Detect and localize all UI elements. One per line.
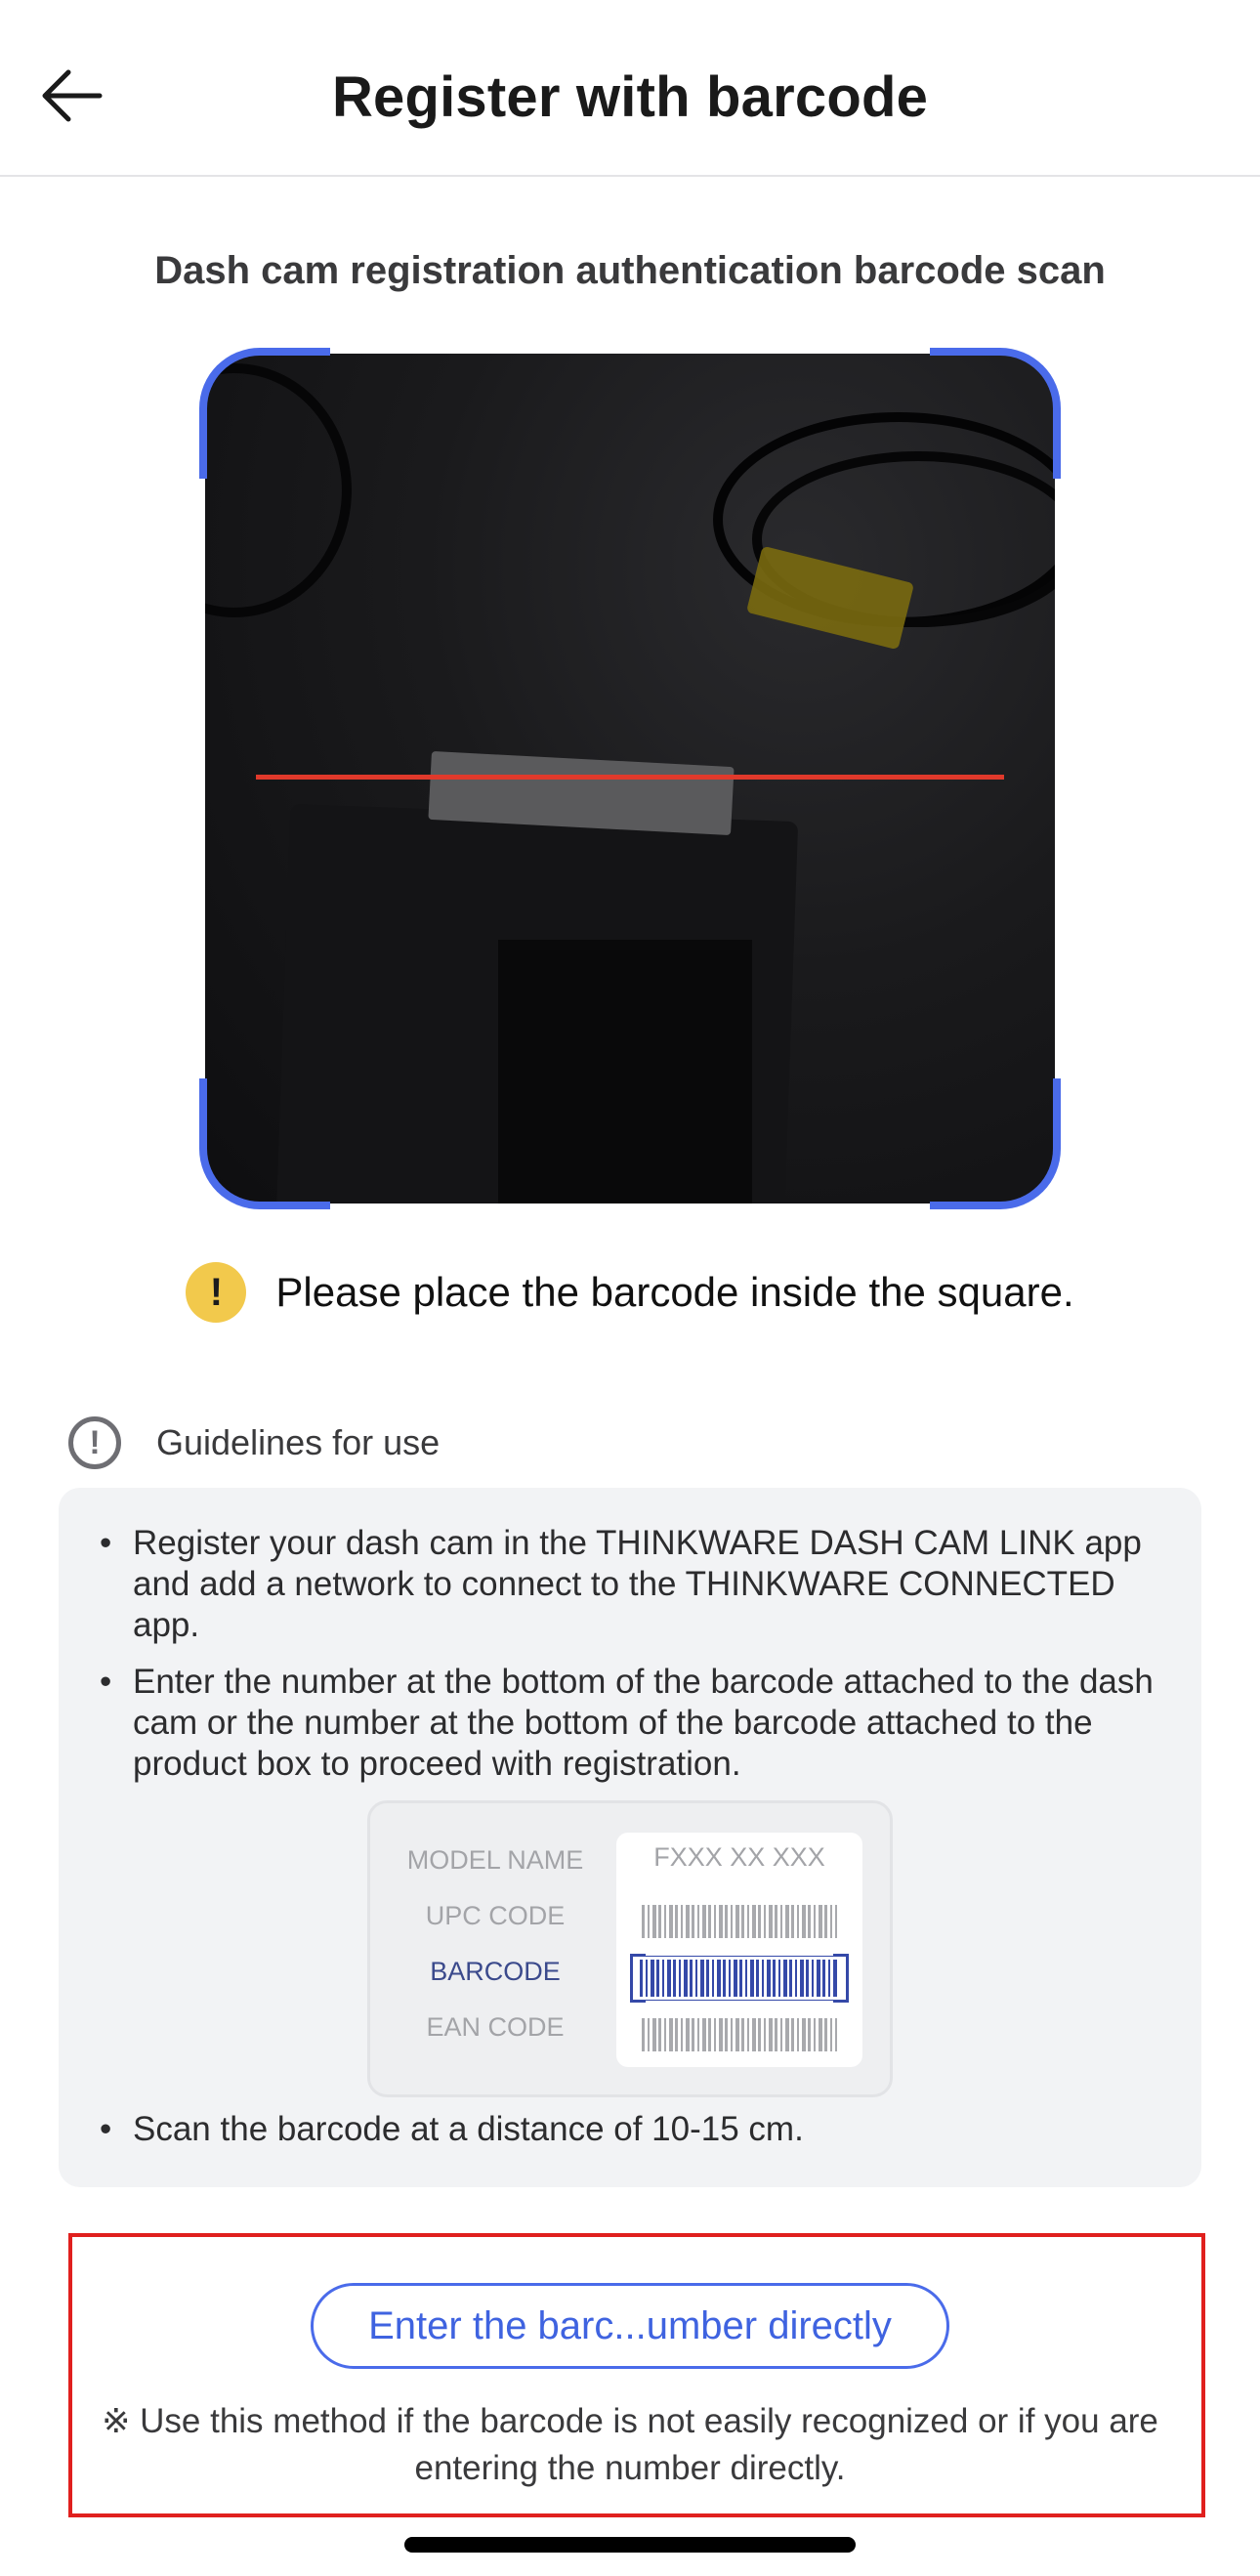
guidelines-header: ! Guidelines for use — [68, 1416, 440, 1469]
guidelines-panel: Register your dash cam in the THINKWARE … — [59, 1488, 1201, 2187]
guideline-item: Scan the barcode at a distance of 10-15 … — [100, 2109, 1164, 2150]
sample-label-barcode: BARCODE — [430, 1957, 561, 1986]
enter-number-directly-button[interactable]: Enter the barc...umber directly — [311, 2283, 949, 2369]
guideline-item: Enter the number at the bottom of the ba… — [100, 1662, 1164, 1785]
page-title: Register with barcode — [331, 65, 929, 129]
barcode-sample-illustration: MODEL NAME UPC CODE BARCODE EAN CODE FXX… — [367, 1800, 893, 2097]
scan-hint-text: Please place the barcode inside the squa… — [275, 1269, 1074, 1315]
guideline-item: Register your dash cam in the THINKWARE … — [100, 1523, 1164, 1646]
app-header: Register with barcode — [0, 0, 1260, 177]
sample-model-value: FXXX XX XXX — [653, 1842, 825, 1872]
ean-barcode-icon — [642, 2018, 837, 2051]
sample-barcodes: FXXX XX XXX — [616, 1833, 862, 2067]
barcode-icon — [640, 1960, 839, 1997]
sample-label-ean: EAN CODE — [426, 2012, 565, 2042]
guidelines-title: Guidelines for use — [156, 1422, 441, 1462]
warning-icon: ! — [186, 1262, 247, 1323]
scan-line — [256, 775, 1004, 780]
home-indicator — [404, 2537, 856, 2553]
scan-subtitle: Dash cam registration authentication bar… — [154, 249, 1106, 292]
sample-label-model: MODEL NAME — [406, 1845, 584, 1875]
info-icon: ! — [68, 1416, 121, 1469]
upc-barcode-icon — [642, 1905, 837, 1938]
camera-viewfinder — [205, 354, 1055, 1204]
scan-hint: ! Please place the barcode inside the sq… — [0, 1262, 1260, 1323]
sample-label-upc: UPC CODE — [425, 1901, 566, 1930]
manual-entry-note: ※ Use this method if the barcode is not … — [102, 2402, 1158, 2487]
